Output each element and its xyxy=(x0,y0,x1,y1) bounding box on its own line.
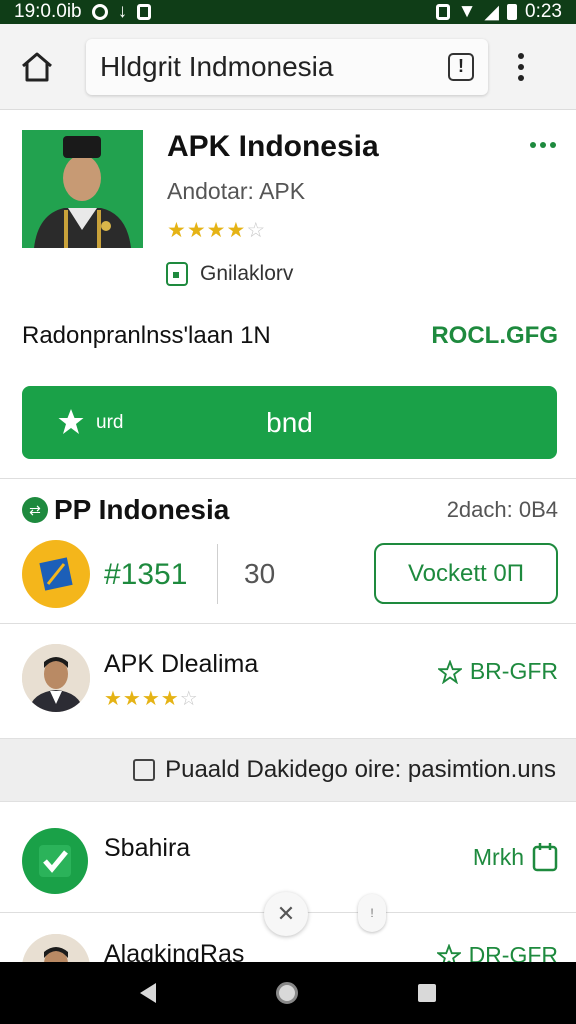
scroll-handle-icon[interactable]: ! xyxy=(358,894,386,932)
promo-icon xyxy=(133,759,156,781)
item-right-action[interactable]: BR-GFR xyxy=(437,658,558,685)
check-icon xyxy=(22,828,88,894)
coin-icon xyxy=(22,540,90,608)
stats-row: #1351 30 Vockett 0Π xyxy=(22,540,558,610)
app-developer: Andotar: APK xyxy=(167,178,306,204)
app-title: APK Indonesia xyxy=(167,130,379,163)
star-outline-icon xyxy=(437,659,462,684)
system-nav-bar xyxy=(0,962,576,1024)
status-right: ▼ ◢ 0:23 xyxy=(435,1,562,24)
item-right-label: Mrkh xyxy=(472,843,524,870)
status-left-text: 19:0.0ib xyxy=(14,1,82,22)
home-icon[interactable] xyxy=(14,44,60,90)
info-row-right[interactable]: ROCL.GFG xyxy=(431,322,558,350)
info-row-left: Radonpranlnss'laan 1N xyxy=(22,322,271,349)
stat-separator xyxy=(217,544,218,604)
home-button-icon[interactable] xyxy=(276,982,298,1004)
promo-text: Puaald Dakidego oire: pasimtion.uns xyxy=(165,756,556,783)
star-outline-icon xyxy=(436,943,461,962)
item-right-label: BR-GFR xyxy=(469,658,558,684)
list-item[interactable]: AlagkingRas DR-GFR xyxy=(22,934,558,962)
item-rating-stars: ★★★★☆ xyxy=(104,688,199,710)
recent-apps-icon[interactable] xyxy=(418,984,436,1002)
section-title: PP Indonesia xyxy=(54,494,230,525)
section-header: ⇄ PP Indonesia 2dach: 0B4 xyxy=(22,494,558,526)
vibrate-icon xyxy=(435,4,450,20)
close-icon[interactable]: ✕ xyxy=(264,892,308,936)
info-row: Radonpranlnss'laan 1N ROCL.GFG xyxy=(22,322,558,350)
status-bar: 19:0.0ib ↓ ▼ ◢ 0:23 xyxy=(0,0,576,24)
wifi-icon: ▼ xyxy=(457,1,477,22)
section-meta: 2dach: 0B4 xyxy=(446,497,558,522)
avatar xyxy=(22,934,90,962)
url-text: Hldgrit Indmonesia xyxy=(100,50,334,82)
install-button[interactable]: urd bnd xyxy=(22,386,557,459)
status-time: 0:23 xyxy=(525,1,562,22)
more-options-icon[interactable] xyxy=(530,142,556,148)
category-icon xyxy=(166,262,188,286)
browser-toolbar: Hldgrit Indmonesia ! xyxy=(0,24,576,110)
stat-count: 30 xyxy=(244,558,276,589)
signal-icon: ◢ xyxy=(484,1,500,23)
info-icon[interactable]: ! xyxy=(448,52,474,81)
outline-action-button[interactable]: Vockett 0Π xyxy=(374,543,558,604)
notification-icon xyxy=(91,4,108,20)
app-rating-stars: ★★★★☆ xyxy=(167,219,267,242)
list-item[interactable]: APK Dlealima ★★★★☆ BR-GFR xyxy=(22,644,558,716)
back-icon[interactable] xyxy=(140,983,156,1003)
item-right-action[interactable]: DR-GFR xyxy=(436,942,558,962)
section-icon: ⇄ xyxy=(22,497,48,523)
calendar-icon xyxy=(532,843,558,872)
category-label: Gnilaklorv xyxy=(200,262,294,285)
status-left: 19:0.0ib ↓ xyxy=(14,1,152,23)
app-photo xyxy=(22,130,143,248)
item-title: Sbahira xyxy=(104,834,191,862)
item-title: AlagkingRas xyxy=(104,940,245,962)
overflow-menu-icon[interactable] xyxy=(518,52,524,81)
app-header: APK Indonesia Andotar: APK ★★★★☆ xyxy=(22,130,556,250)
address-bar[interactable]: Hldgrit Indmonesia ! xyxy=(86,38,488,95)
avatar xyxy=(22,644,90,712)
install-small-label: urd xyxy=(96,412,124,433)
promo-bar[interactable]: Puaald Dakidego oire: pasimtion.uns xyxy=(0,738,576,802)
stat-value: #1351 xyxy=(104,558,188,591)
item-right-action[interactable]: Mrkh xyxy=(473,842,558,872)
item-right-label: DR-GFR xyxy=(468,942,558,962)
item-title: APK Dlealima xyxy=(104,650,259,678)
app-category[interactable]: Gnilaklorv xyxy=(166,262,293,286)
battery-icon xyxy=(507,4,518,20)
list-item[interactable]: Sbahira Mrkh xyxy=(22,828,558,900)
star-icon xyxy=(58,408,84,436)
app-notification-icon xyxy=(137,4,152,20)
divider xyxy=(0,478,576,479)
divider xyxy=(0,623,576,624)
download-icon: ↓ xyxy=(117,1,128,22)
